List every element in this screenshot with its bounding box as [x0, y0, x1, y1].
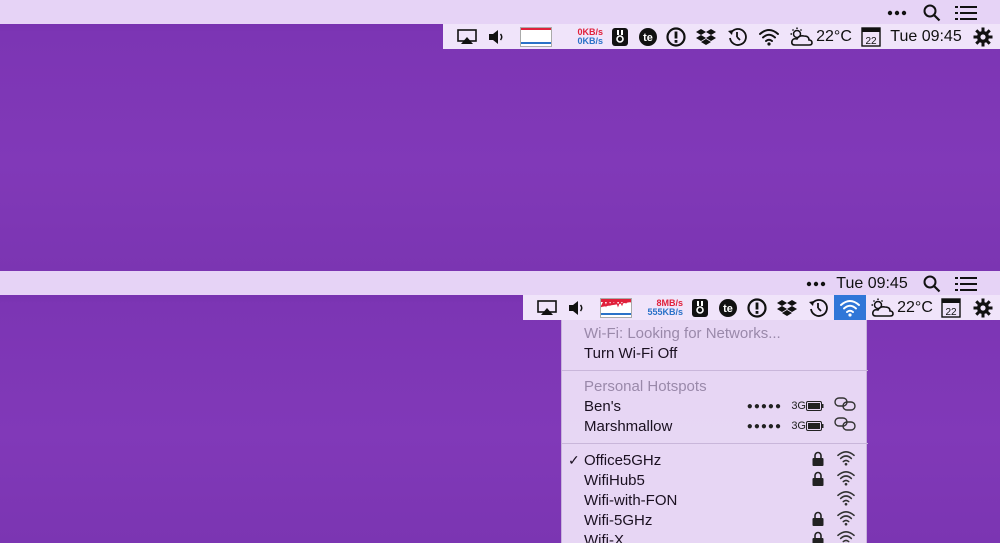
wifi-status-label: Wi-Fi: Looking for Networks...: [584, 324, 781, 342]
list-icon[interactable]: [954, 0, 978, 25]
network-item[interactable]: ✓ Office5GHz: [562, 450, 868, 470]
network-item[interactable]: Wifi-X: [562, 530, 868, 543]
menubar-bottom-strip: Tue 09:45: [0, 271, 1000, 295]
temperature-label[interactable]: 22°C: [815, 24, 853, 49]
alert-icon[interactable]: [664, 24, 688, 49]
wifi-signal-icon: [836, 490, 856, 510]
temperature-label[interactable]: 22°C: [896, 295, 934, 320]
status-bar-bottom: 8MB/s 555KB/s te 22°C 22: [523, 295, 1000, 320]
network-name: Wifi-X: [584, 531, 624, 543]
hotspots-header: Personal Hotspots: [584, 377, 707, 395]
airplay-icon[interactable]: [535, 295, 559, 320]
volume-icon[interactable]: [485, 24, 509, 49]
hotspot-network: 3G: [791, 400, 806, 412]
wifi-menu: Wi-Fi: Looking for Networks... Turn Wi-F…: [561, 320, 868, 543]
app-icon[interactable]: [608, 24, 632, 49]
search-icon[interactable]: [921, 0, 943, 25]
netmon-download: 0KB/s: [577, 35, 603, 46]
network-item[interactable]: Wifi-5GHz: [562, 510, 868, 530]
airplay-icon[interactable]: [455, 24, 479, 49]
gear-icon[interactable]: [971, 295, 995, 320]
wifi-signal-icon: [836, 510, 856, 530]
calendar-icon[interactable]: 22: [859, 24, 883, 49]
wifi-signal-icon: [836, 450, 856, 470]
status-bar-top: 0KB/s 0KB/s te 22°C 22 Tue 09:45: [443, 24, 1000, 49]
battery-icon: [806, 398, 824, 415]
hotspot-name: Ben's: [584, 397, 622, 415]
netmon-icon[interactable]: 0KB/s 0KB/s: [561, 24, 603, 49]
checkmark-icon: ✓: [568, 451, 580, 468]
lock-icon: [812, 531, 824, 543]
bandwidth-graph-icon[interactable]: [519, 24, 553, 49]
network-item[interactable]: Wifi-with-FON: [562, 490, 868, 510]
hotspot-item[interactable]: Ben's ●●●●● 3G: [562, 396, 868, 416]
list-icon[interactable]: [954, 271, 978, 296]
te-icon[interactable]: te: [636, 24, 660, 49]
wifi-icon[interactable]: [834, 295, 866, 320]
lock-icon: [812, 451, 824, 470]
network-name: Wifi-with-FON: [584, 491, 678, 509]
lock-icon: [812, 511, 824, 530]
dropbox-icon[interactable]: [775, 295, 799, 320]
more-icon[interactable]: [885, 0, 909, 25]
wifi-status-row: Wi-Fi: Looking for Networks...: [562, 323, 868, 343]
wifi-signal-icon: [836, 470, 856, 490]
hotspot-link-icon: [834, 397, 856, 415]
volume-icon[interactable]: [565, 295, 589, 320]
svg-text:te: te: [643, 32, 653, 44]
menubar-top-strip: [0, 0, 1000, 24]
network-item[interactable]: WifiHub5: [562, 470, 868, 490]
calendar-day: 22: [865, 36, 877, 47]
turn-wifi-off-label: Turn Wi-Fi Off: [584, 344, 678, 362]
menu-separator: [562, 370, 868, 371]
bandwidth-graph-icon[interactable]: [599, 295, 633, 320]
gear-icon[interactable]: [971, 24, 995, 49]
te-icon[interactable]: te: [716, 295, 740, 320]
calendar-day: 22: [945, 307, 957, 318]
clock-label[interactable]: Tue 09:45: [836, 271, 908, 296]
hotspot-link-icon: [834, 417, 856, 435]
network-name: Office5GHz: [584, 451, 662, 469]
clock-label[interactable]: Tue 09:45: [890, 24, 961, 49]
calendar-icon[interactable]: 22: [939, 295, 963, 320]
wifi-signal-icon: [836, 530, 856, 543]
netmon-download: 555KB/s: [647, 306, 683, 317]
app-icon[interactable]: [688, 295, 712, 320]
dropbox-icon[interactable]: [694, 24, 718, 49]
menu-separator: [562, 443, 868, 444]
hotspot-signal: ●●●●●: [746, 400, 782, 412]
battery-icon: [806, 418, 824, 435]
turn-wifi-off-item[interactable]: Turn Wi-Fi Off: [562, 343, 868, 363]
search-icon[interactable]: [921, 271, 943, 296]
hotspot-signal: ●●●●●: [746, 420, 782, 432]
time-machine-icon[interactable]: [725, 24, 749, 49]
more-icon[interactable]: [805, 271, 827, 296]
hotspot-item[interactable]: Marshmallow ●●●●● 3G: [562, 416, 868, 436]
netmon-icon[interactable]: 8MB/s 555KB/s: [637, 295, 683, 320]
time-machine-icon[interactable]: [806, 295, 830, 320]
hotspot-name: Marshmallow: [584, 417, 673, 435]
hotspots-header-row: Personal Hotspots: [562, 376, 868, 396]
weather-icon[interactable]: [869, 295, 895, 320]
network-name: WifiHub5: [584, 471, 645, 489]
alert-icon[interactable]: [745, 295, 769, 320]
lock-icon: [812, 471, 824, 490]
weather-icon[interactable]: [788, 24, 814, 49]
wifi-icon[interactable]: [756, 24, 782, 49]
network-name: Wifi-5GHz: [584, 511, 653, 529]
svg-text:te: te: [723, 303, 733, 315]
hotspot-network: 3G: [791, 420, 806, 432]
